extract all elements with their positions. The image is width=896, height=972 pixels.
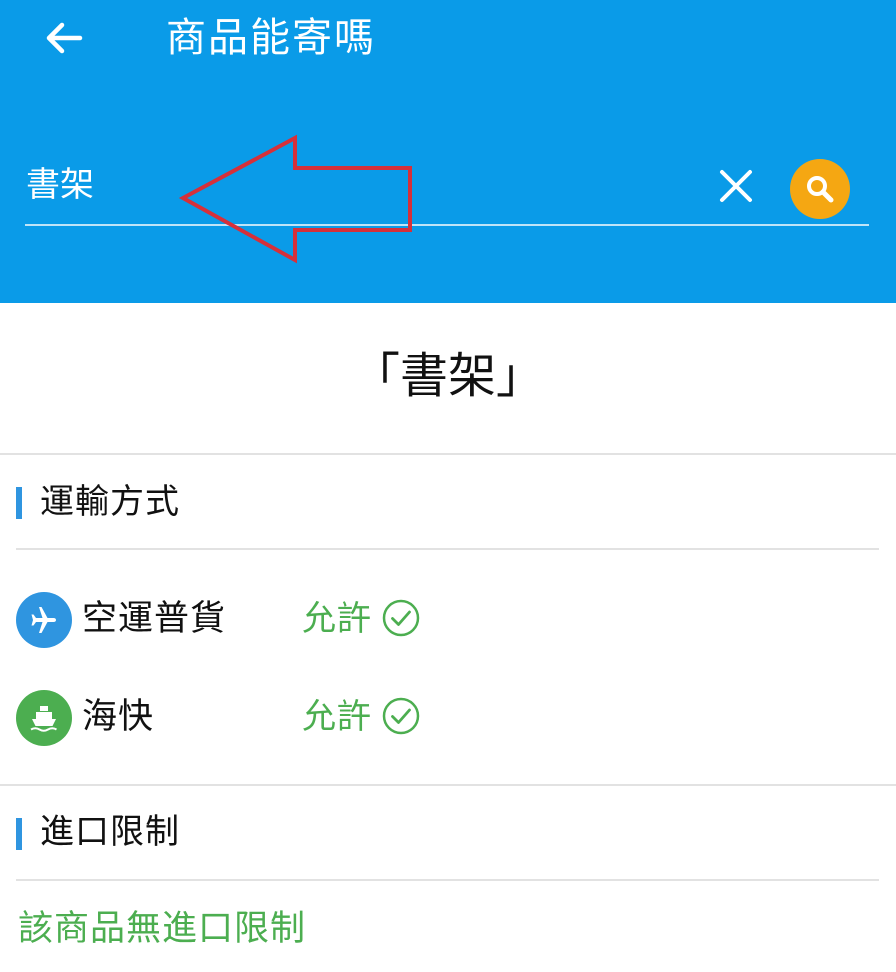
ship-icon <box>16 690 72 746</box>
divider <box>16 879 879 881</box>
search-icon <box>807 176 834 203</box>
divider <box>0 784 896 786</box>
divider <box>16 548 879 550</box>
shipping-method-name: 海快 <box>82 697 155 737</box>
section-title-import: 進口限制 <box>40 812 180 852</box>
close-icon <box>720 170 752 202</box>
shipping-method-name: 空運普貨 <box>82 599 227 639</box>
search-input[interactable]: 書架 <box>26 160 94 210</box>
section-title-shipping: 運輸方式 <box>40 482 180 522</box>
import-restriction-message: 該商品無進口限制 <box>18 909 307 949</box>
airplane-icon <box>16 592 72 648</box>
search-underline <box>25 224 869 226</box>
app-header: 商品能寄嗎 書架 <box>0 0 896 303</box>
search-button[interactable] <box>790 159 850 219</box>
section-accent-bar <box>16 487 22 519</box>
page-title: 商品能寄嗎 <box>166 15 376 61</box>
arrow-left-icon <box>46 22 83 54</box>
red-arrow-icon <box>178 134 412 264</box>
check-circle-icon <box>382 599 420 637</box>
shipping-method-status: 允許 <box>302 599 372 639</box>
section-accent-bar <box>16 818 22 850</box>
query-result-title: 「書架」 <box>351 348 544 404</box>
back-button[interactable] <box>38 14 90 62</box>
check-circle-icon <box>382 697 420 735</box>
clear-search-button[interactable] <box>712 162 760 210</box>
divider <box>0 453 896 455</box>
shipping-method-status: 允許 <box>302 697 372 737</box>
